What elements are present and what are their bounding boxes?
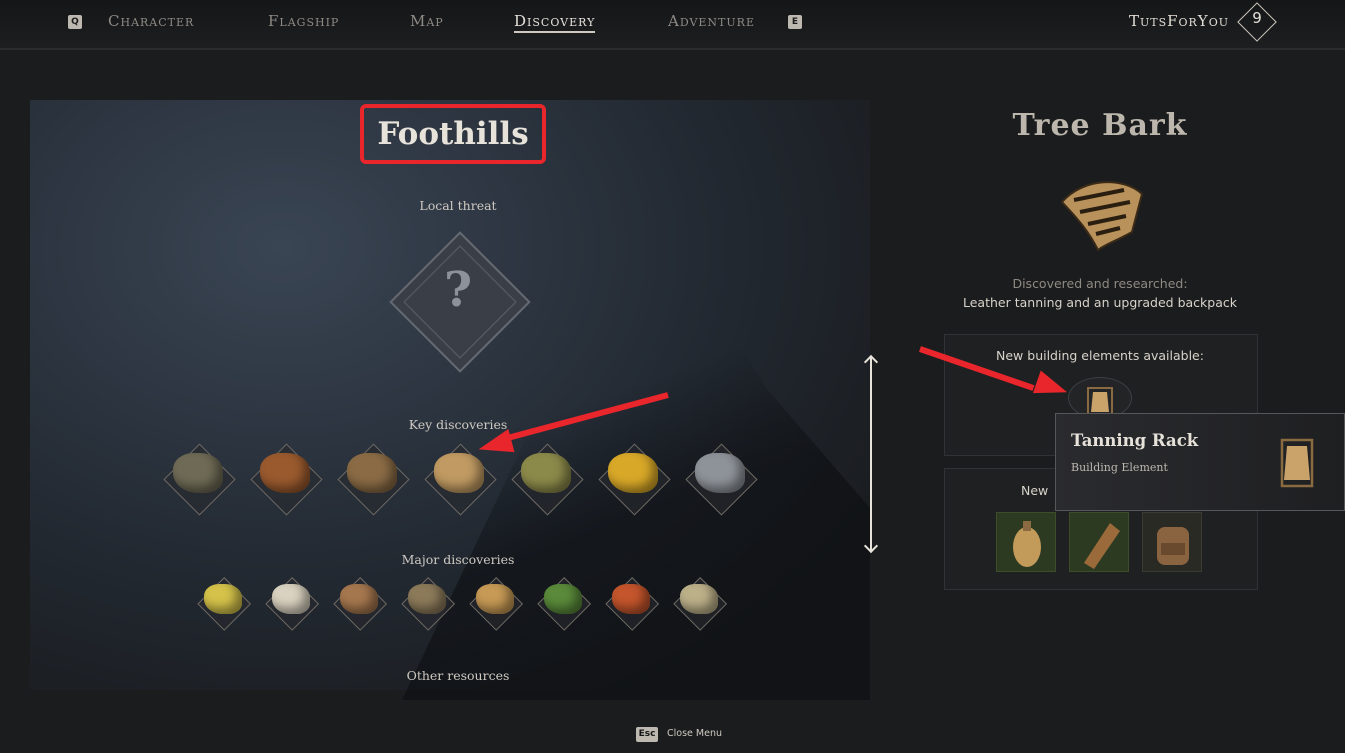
level-badge: 9 [1237,2,1277,42]
quiver-icon [1084,523,1120,569]
other-resources-label: Other resources [406,668,510,683]
new-items-label: New [1021,483,1049,498]
corn-icon [607,452,659,494]
tab-adventure[interactable]: Adventure [668,12,755,30]
discovered-text: Leather tanning and an upgraded backpack [962,295,1237,310]
fibers-slot[interactable] [672,576,728,632]
fibers-icon [680,584,718,615]
stone-slot[interactable] [162,442,236,516]
discovered-label: Discovered and researched: [1012,276,1188,291]
waterskin-slot[interactable] [996,512,1056,572]
unknown-threat-icon: ? [443,262,473,318]
tooltip-title: Tanning Rack [1071,431,1199,450]
esc-key-icon: Esc [636,727,658,742]
flax-icon [520,452,572,494]
tab-discovery[interactable]: Discovery [514,12,596,33]
wood-log-icon [346,452,398,494]
tusk-slot[interactable] [264,576,320,632]
tanning-rack-tooltip: Tanning Rack Building Element [1055,413,1345,511]
quiver-slot[interactable] [1069,512,1129,572]
level-value: 9 [1252,9,1262,27]
iron-ingot-slot[interactable] [684,442,758,516]
wood-log-slot[interactable] [336,442,410,516]
backpack-icon [1157,527,1189,565]
backpack-slot[interactable] [1142,512,1202,572]
tooltip-tanning-rack-icon [1280,438,1314,488]
major-discoveries-label: Major discoveries [401,552,515,567]
lime-slot[interactable] [536,576,592,632]
flax-slot[interactable] [510,442,584,516]
stone-icon [172,452,224,494]
close-menu-label[interactable]: Close Menu [667,728,722,739]
tab-character[interactable]: Character [108,12,194,30]
q-key-icon: Q [68,15,82,29]
tooltip-subtitle: Building Element [1071,461,1168,474]
lime-icon [544,584,582,615]
region-title: Foothills [360,104,546,164]
meat-slot[interactable] [332,576,388,632]
local-threat-label: Local threat [419,198,497,213]
grain-sack-icon [408,584,446,615]
copper-ore-slot[interactable] [249,442,323,516]
sulfur-icon [204,584,242,615]
tab-flagship[interactable]: Flagship [268,12,339,30]
iron-ingot-icon [694,452,746,494]
copper-ore-icon [259,452,311,494]
tomato-slot[interactable] [604,576,660,632]
tomato-icon [612,584,650,615]
e-key-icon: E [788,15,802,29]
username: TutsForYou [1128,12,1229,30]
corn-slot[interactable] [597,442,671,516]
waterskin-icon [1013,521,1041,567]
tree-bark-large-icon [1060,181,1144,252]
scrollbar[interactable] [870,357,872,551]
top-nav-bar: Q Character Flagship Map Discovery Adven… [0,0,1345,50]
tree-bark-icon [433,452,485,494]
grain-sack-slot[interactable] [400,576,456,632]
seeds-icon [476,584,514,615]
item-title: Tree Bark [1012,108,1188,143]
meat-icon [340,584,378,615]
sulfur-slot[interactable] [196,576,252,632]
tab-map[interactable]: Map [410,12,444,30]
tusk-icon [272,584,310,615]
seeds-slot[interactable] [468,576,524,632]
